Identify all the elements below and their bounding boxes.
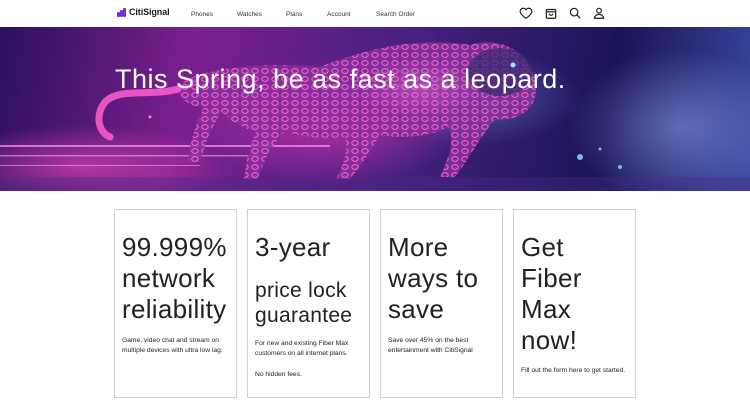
nav-item-search-order[interactable]: Search Order (376, 11, 415, 18)
shopping-bag-icon[interactable] (544, 6, 558, 20)
card-description: For new and existing Fiber Max customers… (255, 340, 349, 357)
card-description: Fill out the form here to get started. (521, 367, 626, 374)
card-title-line: Get (521, 232, 564, 262)
card-description: Game, video chat and stream on multiple … (122, 337, 223, 354)
card-title-line: More (388, 232, 449, 262)
hero-title: This Spring, be as fast as a leopard. (115, 64, 566, 94)
card-subtitle-line: price lock (255, 279, 347, 302)
nav-item-plans[interactable]: Plans (286, 11, 302, 18)
card-description: Save over 45% on the best entertainment … (388, 337, 473, 354)
nav-item-watches[interactable]: Watches (237, 11, 262, 18)
feature-card-fiber-max[interactable]: Get Fiber Max now! Fill out the form her… (513, 209, 636, 398)
feature-card-save: More ways to save Save over 45% on the b… (380, 209, 503, 398)
search-icon[interactable] (568, 6, 582, 20)
brand-logo[interactable]: CitiSignal (117, 7, 170, 17)
heart-icon[interactable] (519, 6, 533, 20)
site-header: CitiSignal Phones Watches Plans Account … (0, 0, 750, 27)
card-title-line: reliability (122, 294, 227, 324)
card-title-line: now! (521, 325, 578, 355)
brand-name: CitiSignal (129, 7, 170, 17)
nav-item-account[interactable]: Account (327, 11, 351, 18)
card-title-line: network (122, 263, 216, 293)
card-title-line: ways to (388, 263, 479, 293)
signal-bars-icon (117, 7, 126, 17)
card-title-line: 3-year (255, 232, 331, 262)
leopard-illustration (0, 42, 750, 191)
card-note: No hidden fees. (255, 371, 302, 378)
nav-item-phones[interactable]: Phones (191, 11, 213, 18)
card-title-line: Fiber (521, 263, 582, 293)
card-title-line: save (388, 294, 445, 324)
card-title-line: Max (521, 294, 572, 324)
card-title-line: 99.999% (122, 232, 227, 262)
feature-card-reliability: 99.999% network reliability Game, video … (114, 209, 237, 398)
card-subtitle-line: guarantee (255, 304, 353, 327)
user-icon[interactable] (592, 6, 606, 20)
hero-banner: This Spring, be as fast as a leopard. (0, 27, 750, 191)
feature-card-price-lock: 3-year price lock guarantee For new and … (247, 209, 370, 398)
